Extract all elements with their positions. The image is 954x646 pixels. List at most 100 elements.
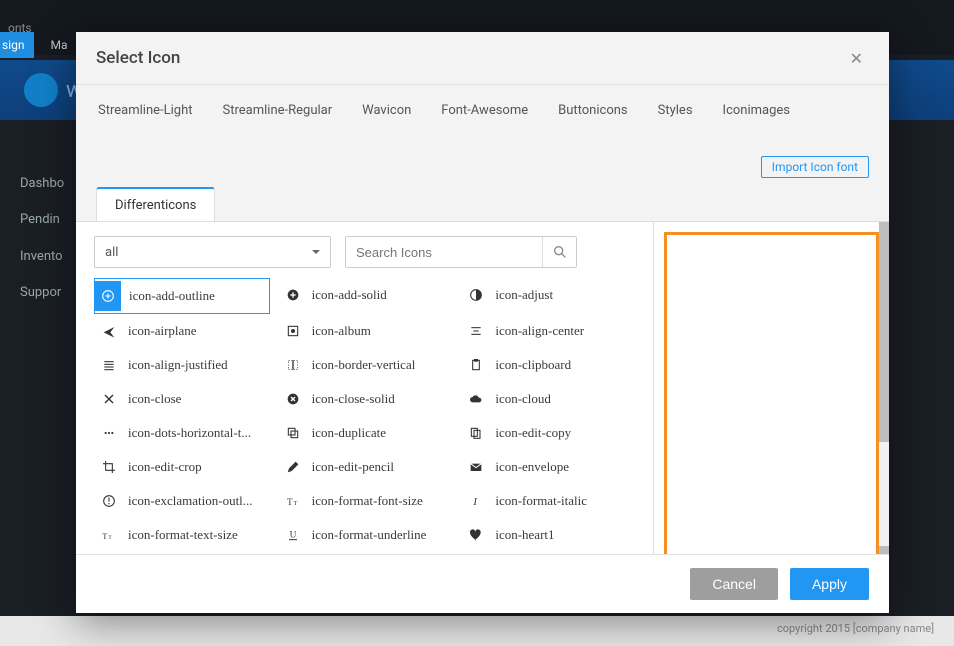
icon-choice-label: icon-close (128, 391, 181, 407)
icon-choice-edit-pencil[interactable]: icon-edit-pencil (278, 450, 454, 484)
icon-choice-label: icon-border-vertical (312, 357, 416, 373)
icon-choice-label: icon-add-outline (129, 288, 215, 304)
icon-choice-format-text-size[interactable]: TTicon-format-text-size (94, 518, 270, 552)
icon-choice-format-italic[interactable]: Iicon-format-italic (461, 484, 637, 518)
icon-choice-label: icon-align-justified (128, 357, 228, 373)
icon-scroll-area[interactable]: icon-add-outline icon-add-solid icon-adjus… (94, 278, 643, 554)
icon-choice-location-marina[interactable]: icon-location-marina (94, 552, 270, 554)
icon-choice-label: icon-duplicate (312, 425, 386, 441)
adjust-icon (465, 284, 487, 306)
icon-choice-portfolio[interactable]: icon-portfolio (278, 552, 454, 554)
duplicate-icon (282, 422, 304, 444)
add-solid-icon (282, 284, 304, 306)
search-icon (552, 244, 568, 260)
dropdown-value: all (105, 245, 118, 260)
search-input[interactable] (346, 237, 542, 267)
icon-choice-close[interactable]: icon-close (94, 382, 270, 416)
search-button[interactable] (542, 237, 576, 267)
cloud-icon (465, 388, 487, 410)
icon-choice-label: icon-format-text-size (128, 527, 238, 543)
iconset-tab-buttonicons[interactable]: Buttonicons (556, 103, 630, 130)
subtab-differenticons[interactable]: Differenticons (96, 187, 215, 222)
icon-choice-envelope[interactable]: icon-envelope (461, 450, 637, 484)
icon-choice-clipboard[interactable]: icon-clipboard (461, 348, 637, 382)
apply-button[interactable]: Apply (790, 568, 869, 600)
dialog-title: Select Icon (96, 48, 180, 68)
icon-choice-add-outline[interactable]: icon-add-outline (94, 278, 270, 314)
dialog-scrollbar[interactable] (879, 222, 889, 554)
icon-choice-label: icon-cloud (495, 391, 551, 407)
select-icon-dialog: Select Icon ✕ Streamline-LightStreamline… (76, 32, 889, 613)
icon-choice-label: icon-adjust (495, 287, 553, 303)
svg-text:T: T (293, 501, 297, 507)
exclamation-outline-icon (98, 490, 120, 512)
icon-choice-dots-horizontal[interactable]: icon-dots-horizontal-t... (94, 416, 270, 450)
clipboard-icon (465, 354, 487, 376)
subtab-label: Differenticons (115, 198, 196, 213)
icon-choice-label: icon-dots-horizontal-t... (128, 425, 251, 441)
search-field-wrap (345, 236, 577, 268)
icon-choice-align-justified[interactable]: icon-align-justified (94, 348, 270, 382)
icon-choice-format-underline[interactable]: Uicon-format-underline (278, 518, 454, 552)
import-icon-font-button[interactable]: Import Icon font (761, 156, 869, 178)
preview-pane (653, 222, 889, 554)
icon-choice-cloud[interactable]: icon-cloud (461, 382, 637, 416)
svg-text:T: T (102, 532, 107, 541)
icon-choice-close-solid[interactable]: icon-close-solid (278, 382, 454, 416)
close-icon[interactable]: ✕ (844, 43, 869, 74)
filter-row: all (94, 236, 643, 268)
border-vertical-icon (282, 354, 304, 376)
heart-icon (465, 524, 487, 546)
scrollbar-thumb-bottom[interactable] (879, 546, 889, 554)
close-icon (98, 388, 120, 410)
iconset-tab-iconimages[interactable]: Iconimages (721, 103, 792, 130)
icon-choice-label: icon-align-center (495, 323, 584, 339)
cancel-button[interactable]: Cancel (690, 568, 778, 600)
icon-choice-label: icon-add-solid (312, 287, 387, 303)
envelope-icon (465, 456, 487, 478)
icon-choice-label: icon-heart1 (495, 527, 554, 543)
icon-choice-edit-copy[interactable]: icon-edit-copy (461, 416, 637, 450)
album-icon (282, 320, 304, 342)
icon-choice-label: icon-format-italic (495, 493, 587, 509)
iconset-tab-streamline-regular[interactable]: Streamline-Regular (221, 103, 335, 130)
icon-choice-format-font-size[interactable]: TTicon-format-font-size (278, 484, 454, 518)
icon-choice-edit-crop[interactable]: icon-edit-crop (94, 450, 270, 484)
iconset-tab-streamline-light[interactable]: Streamline-Light (96, 103, 195, 130)
icon-browser-pane: all icon-add-outlineicon-add-solidicon-a… (76, 222, 653, 554)
icon-choice-exclamation-outline[interactable]: icon-exclamation-outl... (94, 484, 270, 518)
icon-choice-label: icon-format-font-size (312, 493, 423, 509)
icon-choice-airplane[interactable]: icon-airplane (94, 314, 270, 348)
icon-choice-border-vertical[interactable]: icon-border-vertical (278, 348, 454, 382)
iconset-tab-wavicon[interactable]: Wavicon (360, 103, 413, 130)
icon-choice-label: icon-album (312, 323, 371, 339)
format-text-size-icon: TT (98, 524, 120, 546)
dialog-body: all icon-add-outlineicon-add-solidicon-a… (76, 221, 889, 554)
align-justified-icon (98, 354, 120, 376)
edit-copy-icon (465, 422, 487, 444)
iconset-tab-styles[interactable]: Styles (656, 103, 695, 130)
modal-overlay: Select Icon ✕ Streamline-LightStreamline… (0, 0, 954, 646)
dialog-tabbar: Streamline-Light Streamline-Regular Wavico… (76, 85, 889, 221)
icon-choice-align-center[interactable]: icon-align-center (461, 314, 637, 348)
svg-text:T: T (108, 535, 112, 541)
edit-crop-icon (98, 456, 120, 478)
format-underline-icon: U (282, 524, 304, 546)
edit-pencil-icon (282, 456, 304, 478)
add-outline-icon (95, 281, 121, 311)
icon-choice-add-solid[interactable]: icon-add-solid (278, 278, 454, 312)
category-dropdown[interactable]: all (94, 236, 331, 268)
dots-horizontal-icon (98, 422, 120, 444)
airplane-icon (98, 320, 120, 342)
icon-choice-album[interactable]: icon-album (278, 314, 454, 348)
icon-preview-box (664, 232, 879, 554)
icon-choice-label: icon-airplane (128, 323, 197, 339)
icon-choice-adjust[interactable]: icon-adjust (461, 278, 637, 312)
align-center-icon (465, 320, 487, 342)
iconset-tab-font-awesome[interactable]: Font-Awesome (439, 103, 530, 130)
scrollbar-thumb[interactable] (879, 222, 889, 442)
icon-choice-heart[interactable]: icon-heart1 (461, 518, 637, 552)
icon-choice-duplicate[interactable]: icon-duplicate (278, 416, 454, 450)
icon-choice-printer[interactable]: icon-printer (461, 552, 637, 554)
icon-choice-label: icon-close-solid (312, 391, 395, 407)
